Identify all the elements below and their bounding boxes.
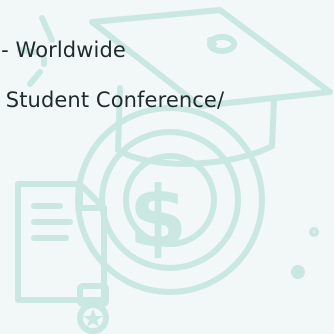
graduation-cap-icon: [89, 7, 333, 167]
star-icon: [83, 309, 103, 327]
dollar-sign-icon: $: [129, 168, 187, 266]
page-canvas: $ t - Worldwide e Student Conference/: [0, 0, 334, 334]
title-line-2: e Student Conference/: [0, 88, 225, 112]
dot-icon: [309, 227, 319, 237]
title-line-1: t - Worldwide: [0, 38, 126, 62]
dot-icon: [291, 265, 305, 279]
